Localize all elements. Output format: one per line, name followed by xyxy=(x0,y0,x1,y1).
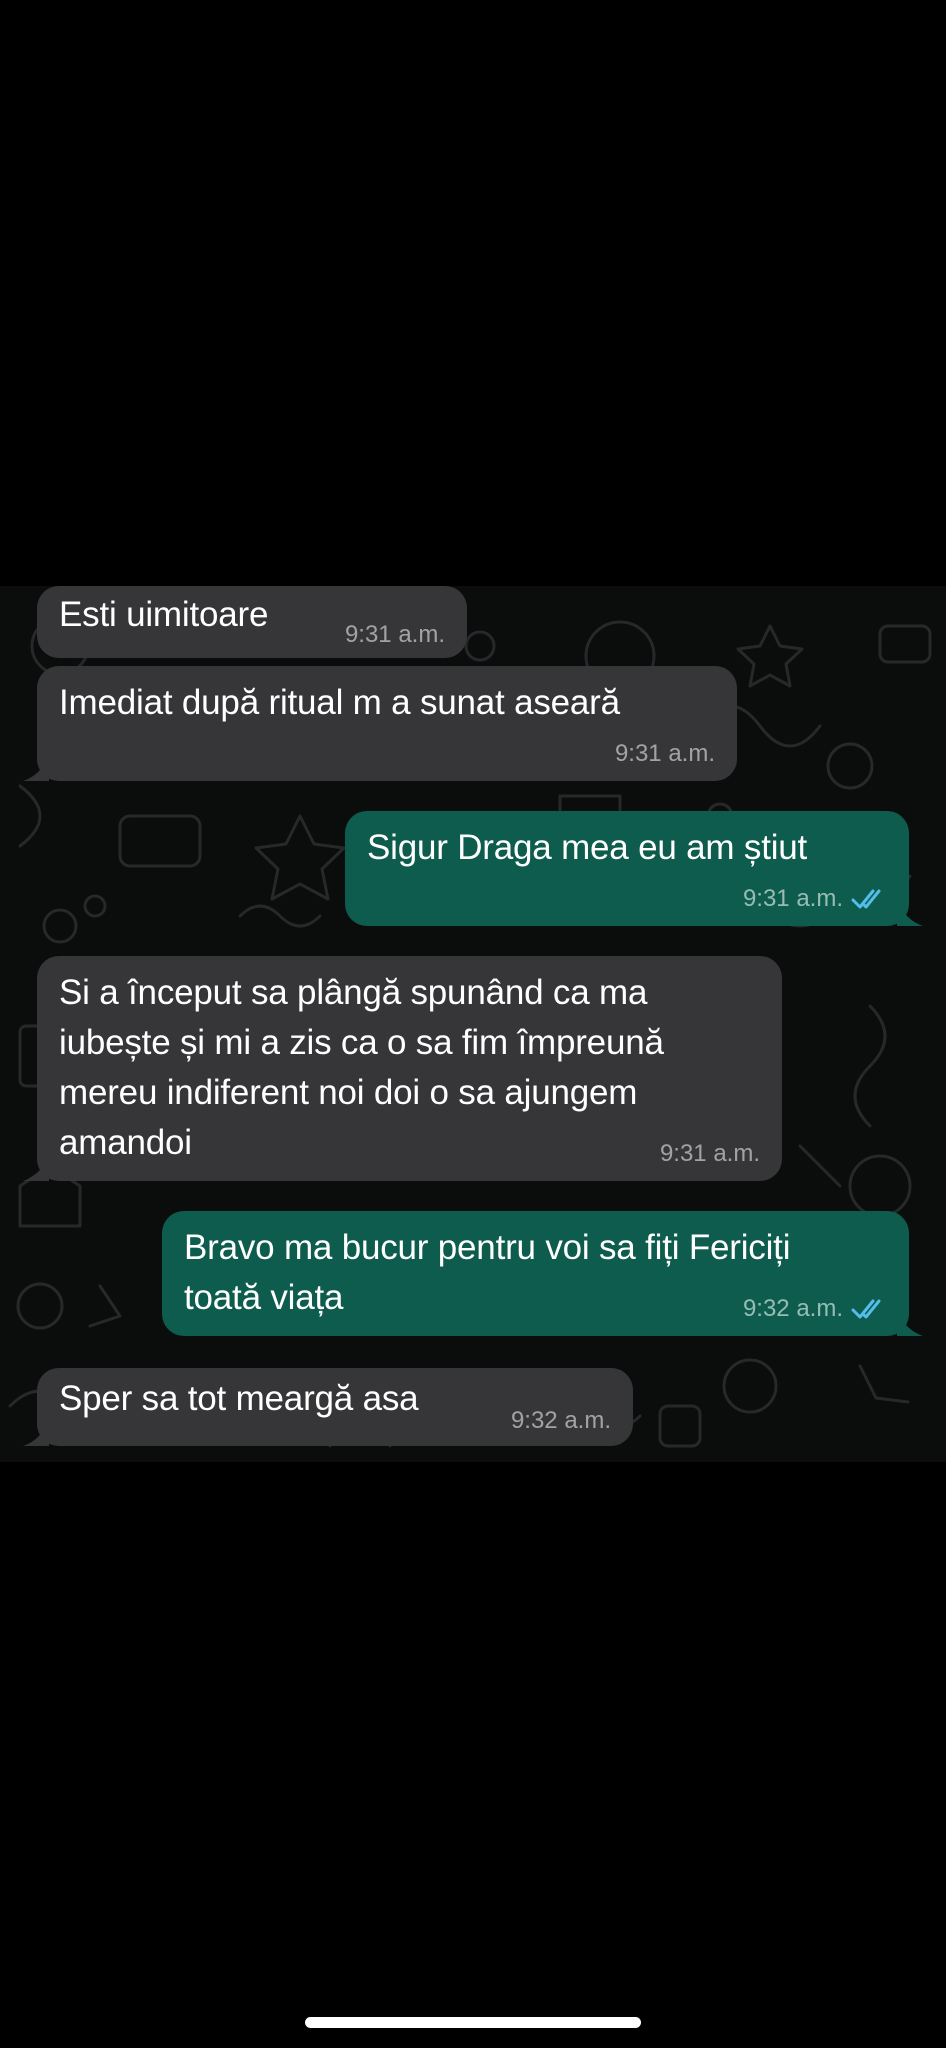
message-timestamp: 9:32 a.m. xyxy=(742,1295,843,1322)
message-timestamp-group: 9:31 a.m. xyxy=(345,620,445,650)
message-bubble-incoming[interactable]: Imediat după ritual m a sunat aseară 9:3… xyxy=(23,666,737,781)
bubble-tail xyxy=(897,1310,923,1336)
message-timestamp: 9:31 a.m. xyxy=(659,1140,760,1167)
message-timestamp-group: 9:32 a.m. xyxy=(743,1294,887,1324)
message-timestamp: 9:32 a.m. xyxy=(510,1407,611,1434)
message-timestamp: 9:31 a.m. xyxy=(742,885,843,912)
message-timestamp: 9:31 a.m. xyxy=(344,621,445,648)
double-check-icon xyxy=(851,1299,881,1319)
chat-message-list[interactable]: Esti uimitoare 9:31 a.m. Imediat după ri… xyxy=(0,586,946,1462)
message-bubble-outgoing[interactable]: Sigur Draga mea eu am știut 9:31 a.m. xyxy=(345,811,923,926)
bubble-tail xyxy=(23,1155,49,1181)
message-text: Imediat după ritual m a sunat aseară xyxy=(59,683,620,722)
bubble-tail xyxy=(23,755,49,781)
home-indicator-bar[interactable] xyxy=(305,2017,641,2028)
message-text: Sigur Draga mea eu am știut xyxy=(367,828,808,867)
message-text: Sper sa tot meargă asa xyxy=(59,1379,419,1418)
double-check-icon xyxy=(851,889,881,909)
message-timestamp-group: 9:31 a.m. xyxy=(615,739,715,769)
message-bubble-incoming[interactable]: Sper sa tot meargă asa 9:32 a.m. xyxy=(23,1368,633,1446)
message-timestamp-group: 9:31 a.m. xyxy=(743,884,887,914)
message-timestamp-group: 9:32 a.m. xyxy=(511,1406,611,1436)
message-text: Si a început sa plângă spunând ca ma iub… xyxy=(59,973,664,1162)
message-timestamp-group: 9:31 a.m. xyxy=(660,1139,760,1169)
message-bubble-incoming[interactable]: Si a început sa plângă spunând ca ma iub… xyxy=(23,956,782,1181)
message-timestamp: 9:31 a.m. xyxy=(614,740,715,767)
message-bubble-incoming[interactable]: Esti uimitoare 9:31 a.m. xyxy=(37,586,467,658)
message-bubble-outgoing[interactable]: Bravo ma bucur pentru voi sa fiți Ferici… xyxy=(162,1211,923,1336)
bubble-tail xyxy=(897,900,923,926)
bubble-tail xyxy=(23,1420,49,1446)
message-text: Esti uimitoare xyxy=(59,595,269,634)
message-text: Bravo ma bucur pentru voi sa fiți Ferici… xyxy=(184,1228,791,1317)
